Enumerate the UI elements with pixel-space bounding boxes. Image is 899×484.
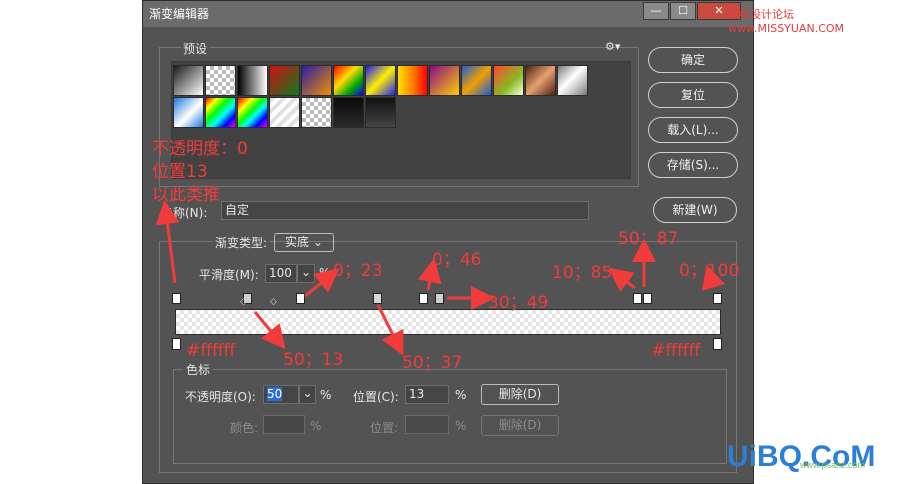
note-50-87: 50；87 bbox=[618, 229, 679, 249]
note-color-right: #ffffff bbox=[651, 341, 701, 361]
note-10-85: 10；85 bbox=[552, 263, 613, 283]
note-position-13: 位置13 bbox=[152, 162, 208, 182]
arrow-10-85 bbox=[608, 267, 636, 292]
arrow-50-13 bbox=[253, 311, 286, 350]
note-color-left: #ffffff bbox=[186, 341, 236, 361]
annotation-arrows bbox=[155, 200, 725, 356]
note-0-23: 0；23 bbox=[333, 261, 383, 281]
note-0-46: 0；46 bbox=[432, 250, 482, 270]
arrow-0-46 bbox=[417, 258, 442, 291]
arrow-50-37 bbox=[376, 304, 404, 356]
note-0-100: 0；100 bbox=[679, 261, 740, 281]
arrow-to-name bbox=[155, 200, 180, 284]
note-and-so-on: 以此类推 bbox=[152, 185, 220, 205]
note-50-13: 50；13 bbox=[283, 350, 344, 370]
note-50-37: 50；37 bbox=[402, 353, 463, 373]
arrow-0-23 bbox=[304, 268, 340, 298]
note-opacity-0: 不透明度：0 bbox=[152, 139, 248, 159]
note-30-49: 30；49 bbox=[488, 293, 549, 313]
psahz-logo: www.psahz.com bbox=[800, 460, 866, 470]
